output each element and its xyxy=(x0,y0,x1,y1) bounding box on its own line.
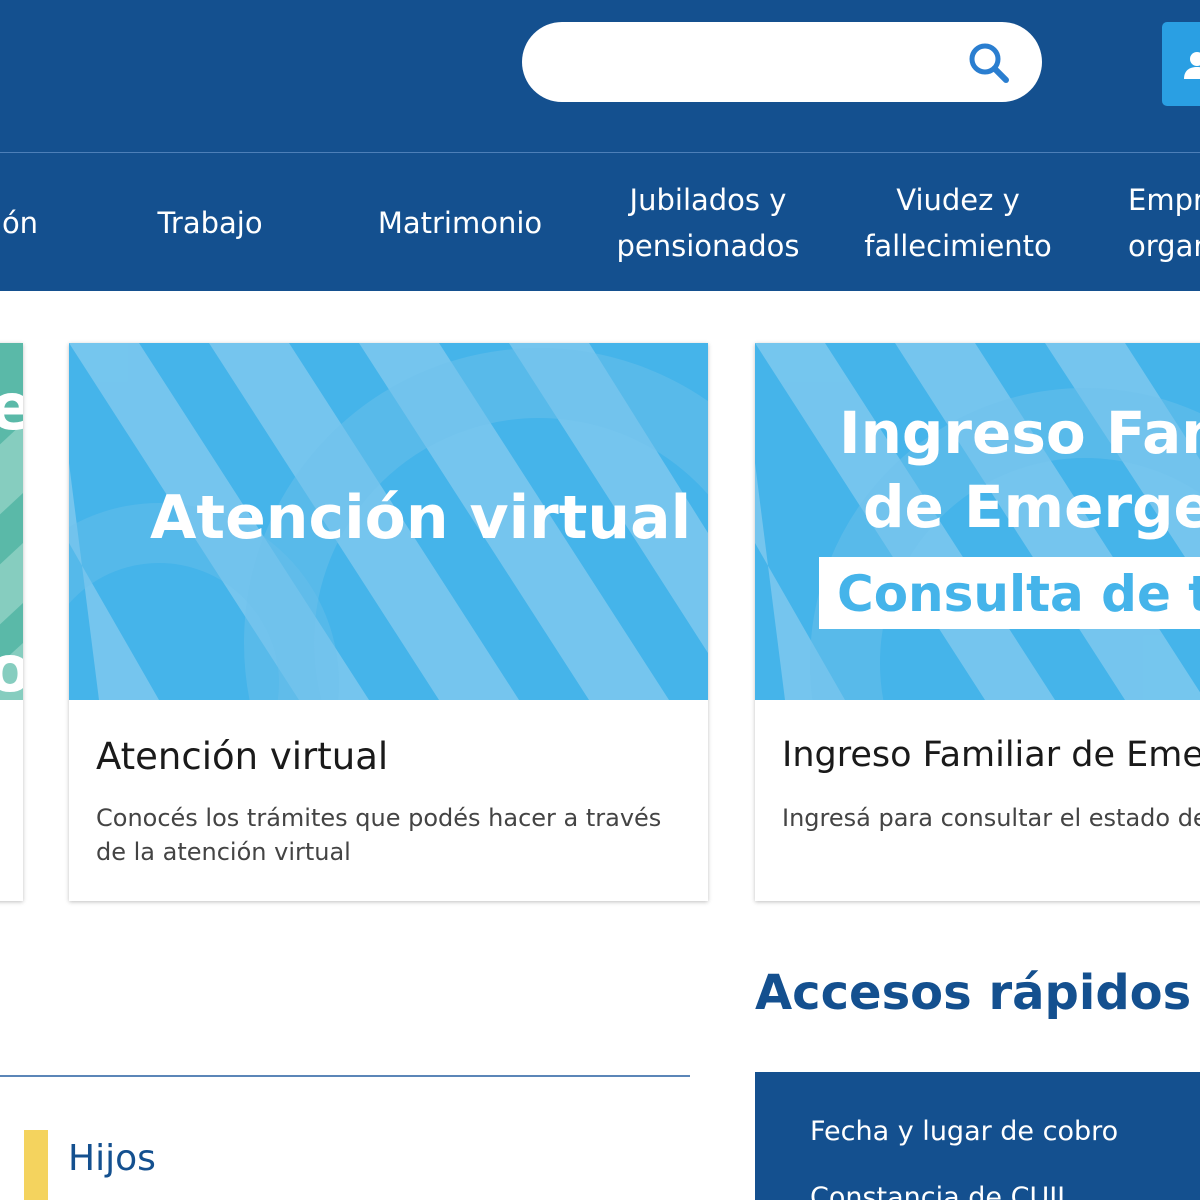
site-header xyxy=(0,0,1200,152)
card-banner-letter: o xyxy=(0,633,23,700)
section-link-hijos[interactable]: Hijos xyxy=(68,1138,156,1179)
nav-item-label: ón xyxy=(1,205,39,240)
card-partial-left[interactable]: e o xyxy=(0,343,23,901)
card-banner: Ingreso Fami de Emergen Consulta de trá xyxy=(755,343,1200,700)
card-banner: e o xyxy=(0,343,23,700)
search-box[interactable] xyxy=(522,22,1042,102)
nav-item-label-line2: fallecimiento xyxy=(864,228,1052,263)
nav-item-matrimonio[interactable]: Matrimonio xyxy=(355,153,565,292)
card-banner-letter: e xyxy=(0,371,23,445)
nav-item-label-line1: Jubilados y xyxy=(629,182,787,217)
card-banner-title: Atención virtual xyxy=(150,483,692,553)
nav-item-jubilados[interactable]: Jubilados y pensionados xyxy=(598,153,818,292)
search-icon[interactable] xyxy=(966,40,1012,86)
nav-item-label-line2: organ xyxy=(1128,228,1200,263)
login-button[interactable] xyxy=(1162,22,1200,106)
card-ingreso-familiar[interactable]: Ingreso Fami de Emergen Consulta de trá … xyxy=(755,343,1200,901)
nav-item-partial-left[interactable]: ón xyxy=(0,153,50,292)
hijos-accent-bar xyxy=(24,1130,48,1200)
card-banner-line1: Ingreso Fami xyxy=(839,399,1200,467)
nav-item-label-wrap: Viudez y fallecimiento xyxy=(864,177,1052,269)
nav-item-empresas[interactable]: Empr organ xyxy=(1122,153,1200,292)
card-atencion-virtual[interactable]: Atención virtual Atención virtual Conocé… xyxy=(69,343,708,901)
acceso-link-constancia-cuil[interactable]: Constancia de CUIL xyxy=(810,1182,1072,1200)
nav-item-label-line1: Viudez y xyxy=(896,182,1020,217)
main-nav: ón Trabajo Matrimonio Jubilados y pensio… xyxy=(0,152,1200,291)
nav-item-label-wrap: Empr organ xyxy=(1122,177,1200,269)
nav-item-label-wrap: Jubilados y pensionados xyxy=(617,177,800,269)
nav-item-label-line1: Empr xyxy=(1128,182,1200,217)
card-banner: Atención virtual xyxy=(69,343,708,700)
card-description: Ingresá para consultar el estado de xyxy=(782,804,1200,832)
search-input[interactable] xyxy=(552,38,952,86)
card-title: Atención virtual xyxy=(96,735,389,778)
nav-item-label: Trabajo xyxy=(157,205,263,240)
acceso-link-fecha-cobro[interactable]: Fecha y lugar de cobro xyxy=(810,1116,1118,1147)
card-description: Conocés los trámites que podés hacer a t… xyxy=(96,804,662,866)
accesos-rapidos-heading: Accesos rápidos xyxy=(755,965,1192,1021)
accesos-rapidos-panel: Fecha y lugar de cobro Constancia de CUI… xyxy=(755,1072,1200,1200)
section-divider xyxy=(0,1075,690,1077)
card-banner-line2: de Emergen xyxy=(863,473,1200,541)
nav-item-label-line2: pensionados xyxy=(616,228,800,263)
card-title: Ingreso Familiar de Eme xyxy=(782,735,1200,775)
nav-item-viudez[interactable]: Viudez y fallecimiento xyxy=(850,153,1066,292)
nav-item-label: Matrimonio xyxy=(377,205,543,240)
card-banner-line3: Consulta de trá xyxy=(837,565,1200,623)
nav-item-trabajo[interactable]: Trabajo xyxy=(130,153,290,292)
